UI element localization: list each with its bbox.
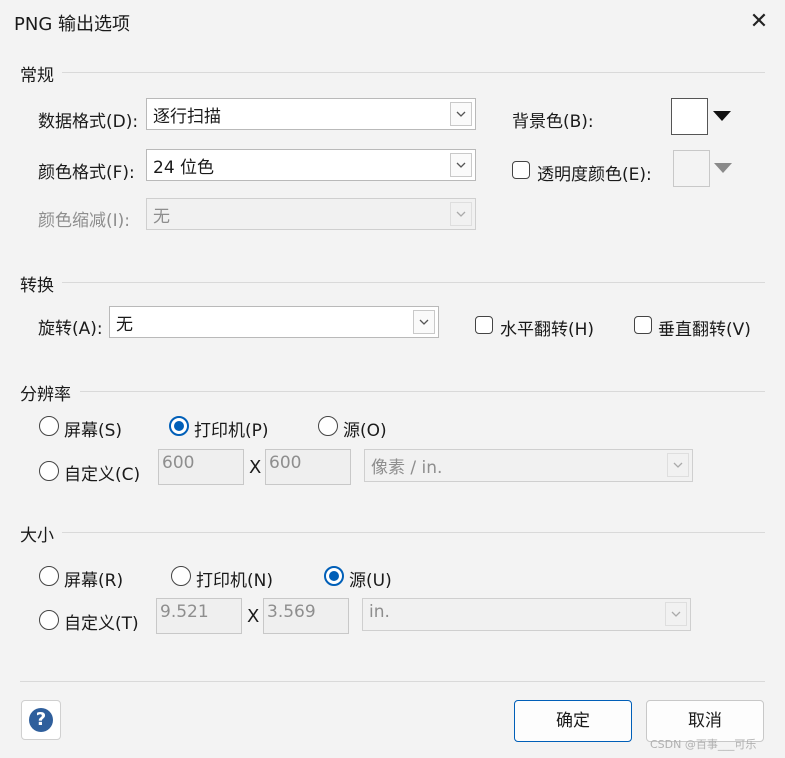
flip-horizontal-label: 水平翻转(H) [500,320,595,340]
size-unit-value: in. [369,602,390,622]
resolution-custom-radio[interactable] [39,461,59,481]
chevron-down-icon[interactable] [450,153,472,177]
size-width-value: 9.521 [160,602,209,622]
caret-down-icon [714,163,732,173]
resolution-source-radio[interactable] [318,416,338,436]
color-format-value: 24 位色 [153,158,215,178]
color-format-select[interactable]: 24 位色 [146,149,476,181]
title-bar: PNG 输出选项 ✕ [0,0,785,44]
resolution-x-field: 600 [158,449,244,485]
resolution-printer-radio[interactable] [169,416,189,436]
data-format-value: 逐行扫描 [153,107,221,127]
chevron-down-icon [667,453,689,477]
resolution-unit-value: 像素 / in. [371,458,443,478]
rotate-value: 无 [116,315,133,335]
background-color-label: 背景色(B): [512,112,594,132]
size-source-radio[interactable] [324,566,344,586]
resolution-screen-label: 屏幕(S) [64,421,123,441]
section-resolution-heading: 分辨率 [20,385,71,405]
size-printer-label: 打印机(N) [196,571,273,591]
section-transform-heading: 转换 [20,276,54,296]
size-height-field: 3.569 [263,598,349,634]
caret-down-icon[interactable] [712,110,732,122]
help-icon: ? [29,708,53,732]
transparency-label: 透明度颜色(E): [537,165,652,185]
size-printer-radio[interactable] [171,566,191,586]
close-icon[interactable]: ✕ [744,8,774,36]
chevron-down-icon [665,602,687,626]
resolution-source-label: 源(O) [343,421,387,441]
resolution-custom-label: 自定义(C) [64,465,141,485]
size-screen-radio[interactable] [39,566,59,586]
ok-button[interactable]: 确定 [514,700,632,742]
section-general-heading: 常规 [20,66,54,86]
color-reduction-value: 无 [153,207,170,227]
flip-horizontal-checkbox[interactable] [475,316,493,334]
size-custom-label: 自定义(T) [64,614,139,634]
help-button[interactable]: ? [21,700,61,740]
background-color-swatch[interactable] [671,98,708,135]
color-reduction-select: 无 [146,198,476,230]
resolution-x-value: 600 [162,453,195,473]
size-source-label: 源(U) [349,571,392,591]
transparency-checkbox[interactable] [512,161,530,179]
section-divider [62,72,765,73]
section-divider [62,532,765,533]
section-size-heading: 大小 [20,526,54,546]
resolution-y-field: 600 [265,449,351,485]
size-x-separator: X [247,606,260,627]
png-output-options-dialog: PNG 输出选项 ✕ 常规 数据格式(D): 逐行扫描 颜色格式(F): 24 … [0,0,785,758]
chevron-down-icon[interactable] [413,310,435,334]
color-reduction-label: 颜色缩减(I): [38,211,131,231]
flip-vertical-label: 垂直翻转(V) [658,320,751,340]
chevron-down-icon[interactable] [450,102,472,126]
size-custom-radio[interactable] [39,610,59,630]
data-format-select[interactable]: 逐行扫描 [146,98,476,130]
watermark: CSDN @百事___可乐 [650,738,757,751]
rotate-label: 旋转(A): [38,319,103,339]
size-unit-select: in. [362,598,691,631]
section-divider [62,282,765,283]
rotate-select[interactable]: 无 [109,306,439,338]
footer-divider [20,681,765,682]
color-format-label: 颜色格式(F): [38,163,135,183]
transparency-color-swatch [673,150,710,187]
resolution-screen-radio[interactable] [39,416,59,436]
data-format-label: 数据格式(D): [38,112,139,132]
chevron-down-icon [450,202,472,226]
size-width-field: 9.521 [156,598,242,634]
resolution-unit-select: 像素 / in. [364,449,693,482]
resolution-y-value: 600 [269,453,302,473]
section-divider [80,391,765,392]
dialog-title: PNG 输出选项 [14,14,130,35]
resolution-printer-label: 打印机(P) [194,421,269,441]
size-screen-label: 屏幕(R) [64,571,124,591]
resolution-x-separator: X [249,457,262,478]
flip-vertical-checkbox[interactable] [634,316,652,334]
size-height-value: 3.569 [267,602,316,622]
